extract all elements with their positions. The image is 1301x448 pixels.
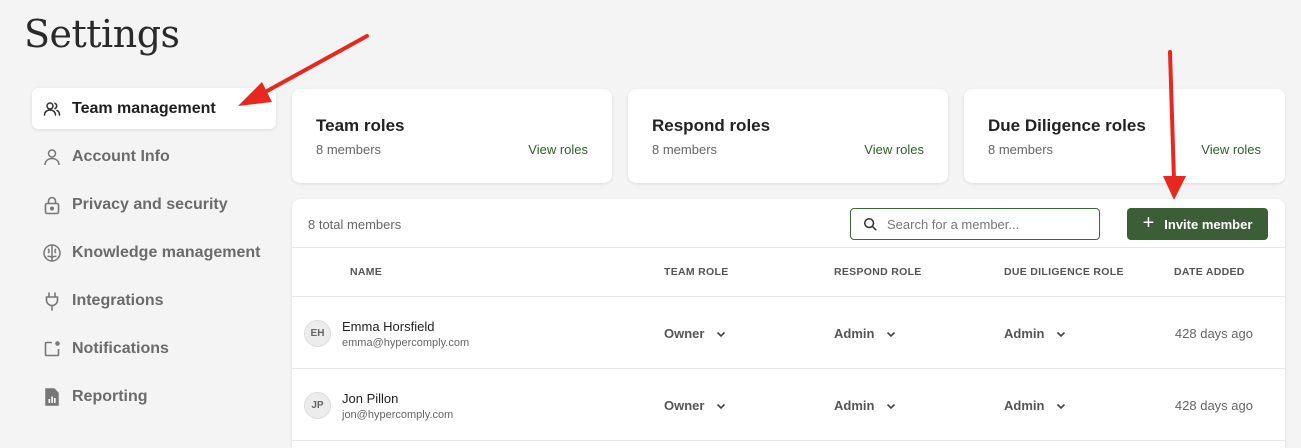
member-email: emma@hypercomply.com [342, 337, 470, 349]
sidebar-item-privacy-security[interactable]: Privacy and security [32, 184, 276, 225]
card-member-count: 8 members [988, 142, 1054, 157]
total-members-count: 8 total members [308, 217, 402, 232]
column-header-team-role[interactable]: TEAM ROLE [664, 266, 729, 278]
sidebar-item-integrations[interactable]: Integrations [32, 280, 276, 321]
search-input[interactable] [887, 216, 1087, 232]
table-row: EH Emma Horsfield emma@hypercomply.com O… [292, 297, 1285, 369]
team-role-value: Owner [664, 326, 705, 341]
card-title: Due Diligence roles [988, 116, 1146, 135]
chevron-down-icon [1057, 403, 1066, 409]
chevron-down-icon [887, 331, 896, 337]
due-diligence-role-dropdown[interactable]: Admin [1004, 398, 1066, 413]
respond-role-dropdown[interactable]: Admin [834, 398, 896, 413]
member-name: Jon Pillon [342, 391, 399, 406]
notification-icon [42, 339, 62, 359]
settings-sidebar: Team management Account Info Privacy and… [32, 88, 276, 424]
card-title: Respond roles [652, 116, 771, 135]
card-member-count: 8 members [652, 142, 718, 157]
sidebar-item-knowledge-management[interactable]: Knowledge management [32, 232, 276, 273]
invite-member-button[interactable]: + Invite member [1127, 208, 1268, 240]
sidebar-item-label: Team management [72, 99, 216, 117]
respond-role-value: Admin [834, 398, 875, 413]
respond-role-value: Admin [834, 326, 875, 341]
sidebar-item-label: Account Info [72, 147, 170, 165]
sidebar-item-label: Integrations [72, 291, 164, 309]
invite-member-label: Invite member [1164, 216, 1253, 232]
respond-role-dropdown[interactable]: Admin [834, 326, 896, 341]
team-role-value: Owner [664, 398, 705, 413]
column-header-respond-role[interactable]: RESPOND ROLE [834, 266, 922, 278]
sidebar-item-account-info[interactable]: Account Info [32, 136, 276, 177]
report-icon [42, 387, 62, 407]
sidebar-item-team-management[interactable]: Team management [32, 88, 276, 129]
chevron-down-icon [1057, 331, 1066, 337]
page-title: Settings [24, 12, 180, 56]
plug-icon [42, 291, 62, 311]
due-diligence-roles-card: Due Diligence roles 8 members View roles [964, 89, 1285, 183]
team-role-dropdown[interactable]: Owner [664, 398, 726, 413]
chevron-down-icon [717, 331, 726, 337]
sidebar-item-label: Reporting [72, 387, 148, 405]
card-member-count: 8 members [316, 142, 382, 157]
team-roles-card: Team roles 8 members View roles [292, 89, 612, 183]
view-due-diligence-roles-link[interactable]: View roles [1201, 142, 1261, 157]
table-header: NAME TEAM ROLE RESPOND ROLE DUE DILIGENC… [292, 248, 1285, 297]
due-diligence-role-value: Admin [1004, 398, 1045, 413]
plus-icon: + [1142, 212, 1155, 234]
sidebar-item-reporting[interactable]: Reporting [32, 376, 276, 417]
due-diligence-role-dropdown[interactable]: Admin [1004, 326, 1066, 341]
lock-icon [42, 195, 62, 215]
due-diligence-role-value: Admin [1004, 326, 1045, 341]
card-title: Team roles [316, 116, 405, 135]
chevron-down-icon [717, 403, 726, 409]
chevron-down-icon [887, 403, 896, 409]
member-email: jon@hypercomply.com [342, 409, 454, 421]
table-row: JP Jon Pillon jon@hypercomply.com Owner … [292, 369, 1285, 441]
members-table-panel: 8 total members + Invite member NAME TEA… [292, 199, 1285, 448]
date-added: 428 days ago [1174, 398, 1253, 413]
table-toolbar: 8 total members + Invite member [292, 199, 1285, 248]
sidebar-item-label: Notifications [72, 339, 169, 357]
avatar: JP [304, 392, 331, 419]
date-added: 428 days ago [1174, 326, 1253, 341]
user-icon [42, 147, 62, 167]
sidebar-item-label: Privacy and security [72, 195, 228, 213]
respond-roles-card: Respond roles 8 members View roles [628, 89, 948, 183]
search-icon [863, 217, 877, 231]
view-team-roles-link[interactable]: View roles [528, 142, 588, 157]
sidebar-item-label: Knowledge management [72, 243, 261, 261]
column-header-due-diligence-role[interactable]: DUE DILIGENCE ROLE [1004, 266, 1124, 278]
view-respond-roles-link[interactable]: View roles [864, 142, 924, 157]
users-icon [42, 99, 62, 119]
avatar: EH [304, 320, 331, 347]
member-name: Emma Horsfield [342, 319, 435, 334]
team-role-dropdown[interactable]: Owner [664, 326, 726, 341]
column-header-date-added[interactable]: DATE ADDED [1174, 266, 1245, 278]
sidebar-item-notifications[interactable]: Notifications [32, 328, 276, 369]
column-header-name[interactable]: NAME [350, 266, 382, 278]
member-search-box[interactable] [850, 208, 1100, 240]
brain-icon [42, 243, 62, 263]
